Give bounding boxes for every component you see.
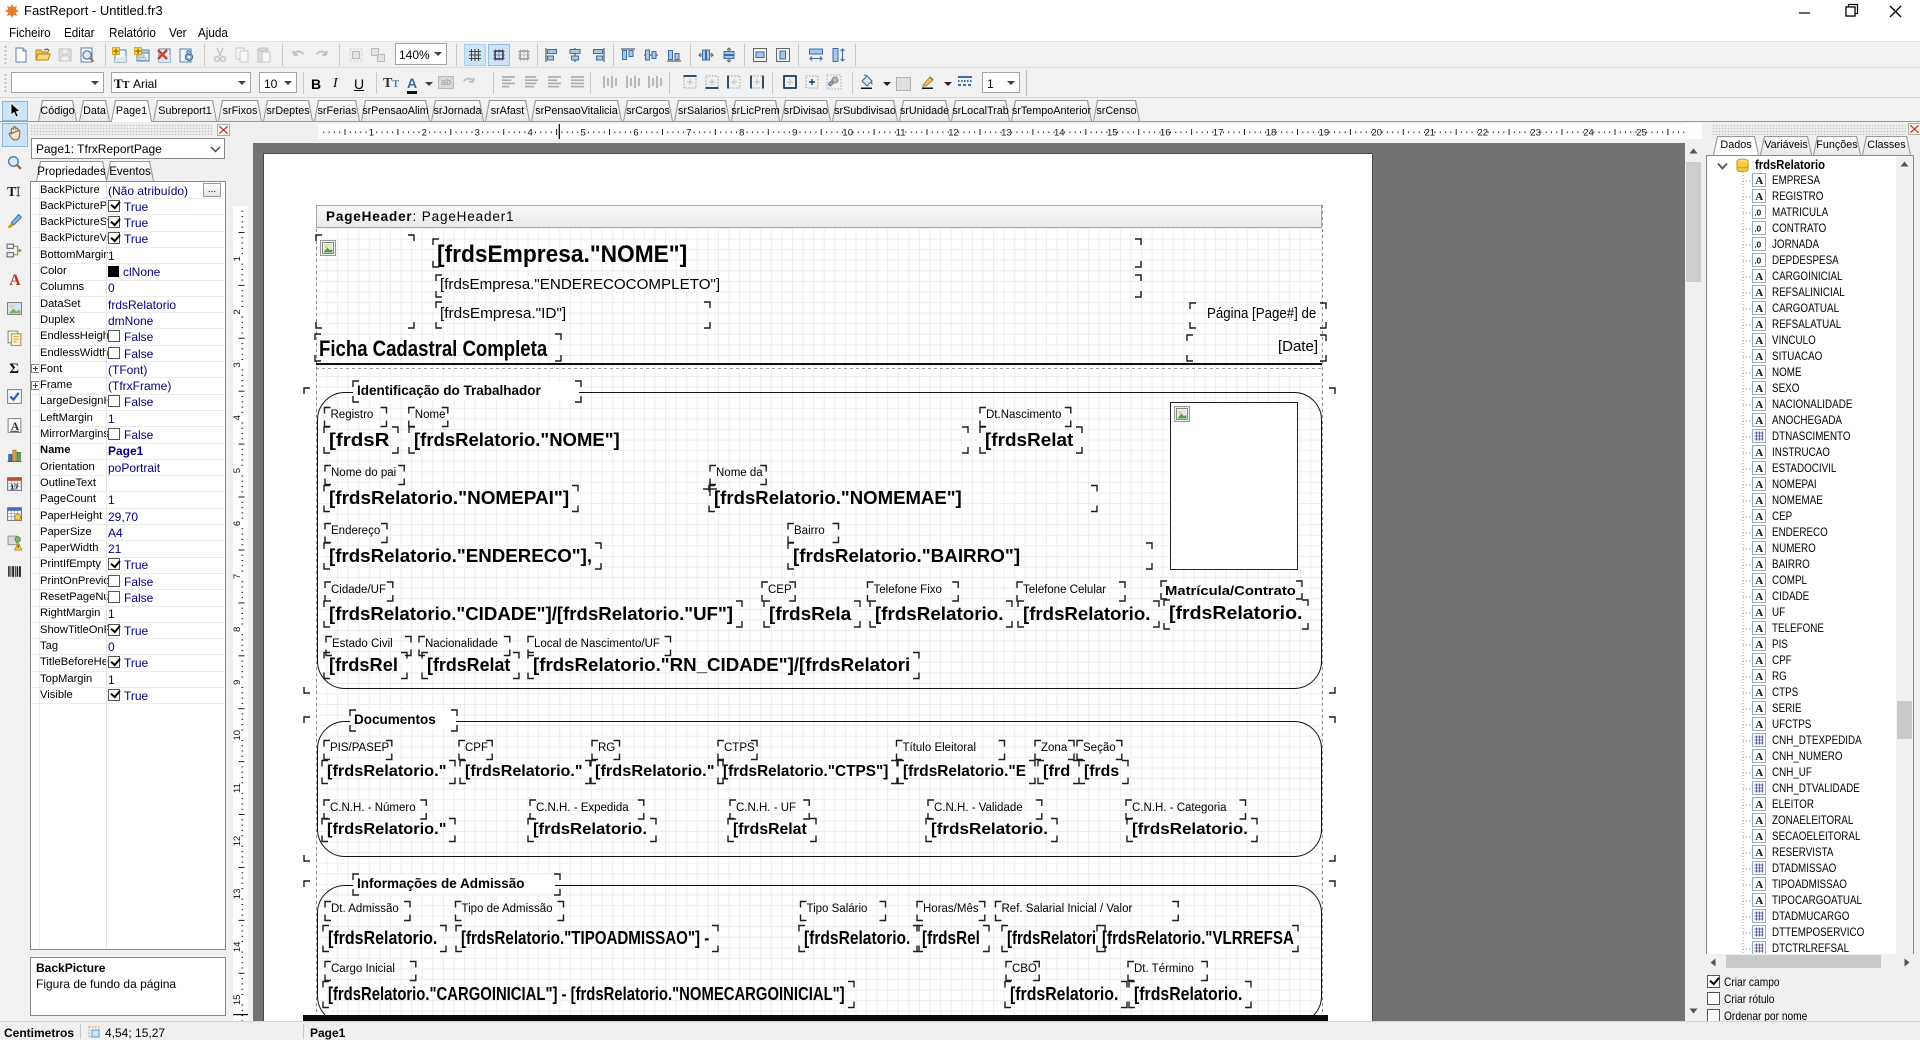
svg-text:A: A	[1755, 575, 1763, 587]
svg-text:7: 7	[233, 574, 243, 579]
svg-text:A: A	[1755, 447, 1763, 459]
svg-text:A: A	[1755, 511, 1763, 523]
svg-text:8: 8	[739, 128, 744, 139]
svg-text:4: 4	[528, 128, 533, 139]
svg-text:T: T	[7, 184, 16, 199]
svg-text:A: A	[1755, 287, 1763, 299]
svg-text:A: A	[1755, 895, 1763, 907]
svg-text:9: 9	[792, 128, 797, 139]
svg-text:A: A	[1755, 543, 1763, 555]
svg-text:13: 13	[233, 889, 243, 900]
svg-text:15: 15	[1107, 128, 1118, 139]
svg-text:A: A	[1755, 319, 1763, 331]
svg-text:7: 7	[686, 128, 691, 139]
svg-text:25: 25	[1636, 128, 1647, 139]
svg-text:A: A	[1755, 479, 1763, 491]
svg-text:13: 13	[1001, 128, 1012, 139]
svg-text:1: 1	[369, 128, 374, 139]
svg-text:2: 2	[233, 309, 243, 314]
svg-text:A: A	[1755, 687, 1763, 699]
svg-text:3: 3	[475, 128, 480, 139]
svg-text:A: A	[1755, 847, 1763, 859]
svg-text:15: 15	[233, 995, 243, 1006]
svg-text:18: 18	[1266, 128, 1277, 139]
svg-text:A: A	[1755, 879, 1763, 891]
svg-text:A: A	[1755, 367, 1763, 379]
svg-text:A: A	[1755, 591, 1763, 603]
svg-text:20: 20	[1372, 128, 1383, 139]
svg-text:4: 4	[233, 415, 243, 420]
svg-text:10: 10	[233, 730, 243, 741]
svg-text:A: A	[1755, 703, 1763, 715]
svg-text:A: A	[1755, 815, 1763, 827]
svg-text:22: 22	[1477, 128, 1488, 139]
svg-text:10: 10	[842, 128, 853, 139]
svg-text:5: 5	[233, 468, 243, 473]
svg-text:.0: .0	[1754, 208, 1761, 218]
svg-text:17: 17	[10, 482, 18, 491]
svg-text:19: 19	[1319, 128, 1330, 139]
svg-text:11: 11	[896, 128, 906, 139]
svg-text:A: A	[1755, 271, 1763, 283]
svg-text:A: A	[1755, 303, 1763, 315]
svg-text:9: 9	[233, 680, 243, 685]
svg-text:A: A	[1755, 527, 1763, 539]
svg-text:A: A	[1755, 639, 1763, 651]
svg-text:A: A	[1755, 671, 1763, 683]
svg-text:A: A	[1755, 799, 1763, 811]
svg-text:A: A	[1755, 399, 1763, 411]
svg-text:A: A	[9, 272, 21, 288]
svg-text:A: A	[1755, 175, 1763, 187]
svg-text:6: 6	[633, 128, 638, 139]
svg-text:A: A	[1755, 415, 1763, 427]
svg-text:8: 8	[233, 627, 243, 632]
svg-text:21: 21	[1425, 128, 1436, 139]
svg-text:17: 17	[1213, 128, 1224, 139]
svg-text:Σ: Σ	[9, 361, 19, 376]
svg-text:A: A	[1755, 767, 1763, 779]
svg-text:16: 16	[1160, 128, 1171, 139]
svg-text:A: A	[1755, 335, 1763, 347]
svg-text:3: 3	[233, 362, 243, 367]
svg-text:A: A	[1755, 623, 1763, 635]
svg-text:2: 2	[422, 128, 427, 139]
svg-text:A: A	[1755, 495, 1763, 507]
svg-text:.0: .0	[1754, 256, 1761, 266]
svg-text:23: 23	[1530, 128, 1541, 139]
svg-text:A: A	[1755, 383, 1763, 395]
svg-text:12: 12	[233, 836, 243, 847]
svg-text:12: 12	[948, 128, 959, 139]
svg-text:14: 14	[1054, 128, 1065, 139]
svg-text:14: 14	[233, 942, 243, 953]
svg-text:11: 11	[233, 783, 243, 793]
svg-text:A: A	[1755, 607, 1763, 619]
svg-text:A: A	[1755, 463, 1763, 475]
svg-text:A: A	[1755, 655, 1763, 667]
svg-text:.0: .0	[1754, 224, 1761, 234]
svg-text:1: 1	[233, 256, 243, 261]
svg-text:A: A	[1755, 719, 1763, 731]
svg-text:A: A	[1755, 751, 1763, 763]
svg-text:24: 24	[1583, 128, 1594, 139]
svg-text:.0: .0	[1754, 240, 1761, 250]
svg-text:A: A	[1755, 191, 1763, 203]
svg-text:5: 5	[580, 128, 585, 139]
svg-text:A: A	[1755, 559, 1763, 571]
svg-text:A: A	[1755, 831, 1763, 843]
svg-text:6: 6	[233, 521, 243, 526]
svg-text:A: A	[1755, 351, 1763, 363]
